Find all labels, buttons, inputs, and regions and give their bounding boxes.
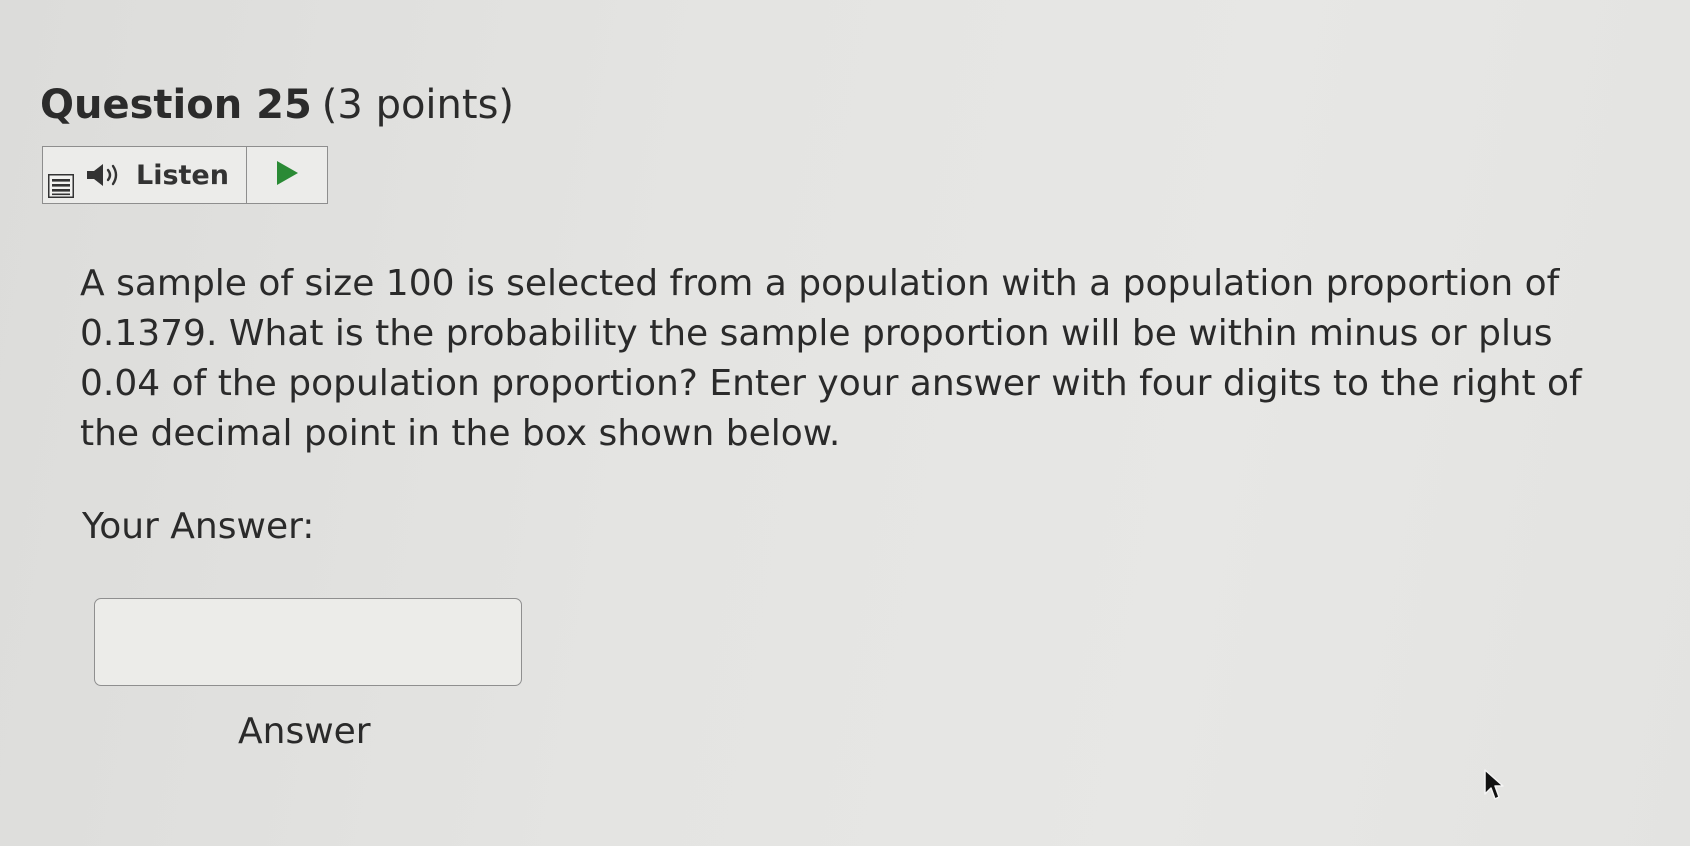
mouse-cursor-icon	[1484, 769, 1504, 800]
listen-button[interactable]: Listen	[43, 147, 247, 203]
question-text-line: the decimal point in the box shown below…	[80, 413, 841, 454]
question-text-line: 0.04 of the population proportion? Enter…	[80, 363, 1582, 404]
listen-label: Listen	[136, 159, 229, 191]
question-text: A sample of size 100 is selected from a …	[80, 259, 1670, 459]
play-button[interactable]	[247, 147, 327, 203]
question-points: (3 points)	[321, 82, 515, 128]
question-header: Question 25 (3 points)	[40, 78, 514, 132]
question-text-line: A sample of size 100 is selected from a …	[80, 263, 1560, 304]
answer-input[interactable]	[94, 598, 522, 686]
answer-caption: Answer	[238, 711, 371, 752]
your-answer-label: Your Answer:	[82, 506, 315, 547]
question-number: Question 25	[40, 82, 312, 128]
play-icon	[274, 159, 300, 191]
menu-icon[interactable]	[44, 171, 78, 201]
speaker-icon	[84, 160, 132, 190]
listen-widget: Listen	[42, 146, 328, 204]
question-text-line: 0.1379. What is the probability the samp…	[80, 313, 1553, 354]
